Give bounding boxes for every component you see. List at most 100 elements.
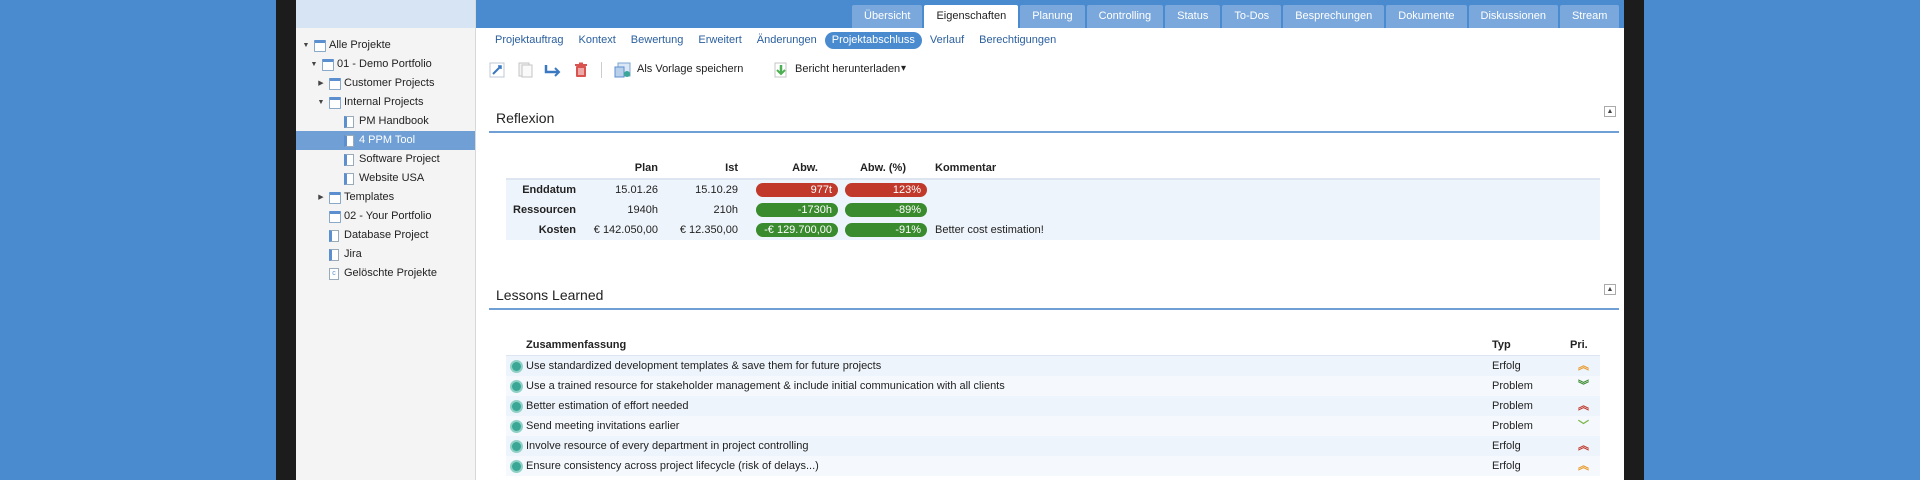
tree-item-jira[interactable]: Jira (296, 245, 475, 264)
reflexion-rows: Enddatum 15.01.26 15.10.29 977t 123% Ressourc… (506, 180, 1600, 240)
download-report-icon[interactable] (773, 62, 789, 78)
lesson-status-icon (510, 360, 523, 373)
lesson-summary: Involve resource of every department in … (526, 440, 809, 452)
lesson-row[interactable]: Better estimation of effort needed Proble… (506, 396, 1600, 416)
priority-icon: ︽ (1578, 460, 1589, 472)
lesson-summary: Send meeting invitations earlier (526, 420, 680, 432)
tree-toggle-icon[interactable]: ▼ (317, 93, 325, 112)
reflexion-row-kosten: Kosten € 142.050,00 € 12.350,00 -€ 129.700,… (506, 220, 1600, 240)
tab-besprechungen[interactable]: Besprechungen (1283, 5, 1385, 28)
col-plan: Plan (634, 162, 658, 174)
save-template-icon[interactable] (614, 62, 631, 78)
tab-diskussionen[interactable]: Diskussionen (1468, 5, 1558, 28)
lesson-row[interactable]: Ensure consistency across project lifecy… (506, 456, 1600, 476)
move-icon[interactable] (544, 62, 561, 78)
reflexion-divider (489, 131, 1619, 133)
tab-status[interactable]: Status (1165, 5, 1221, 28)
tab-eigenschaften[interactable]: Eigenschaften (924, 5, 1019, 28)
priority-icon: ︽ (1578, 360, 1589, 372)
subtab-verlauf[interactable]: Verlauf (923, 32, 971, 49)
lesson-type: Erfolg (1492, 460, 1521, 472)
top-navigation-bar: Übersicht Eigenschaften Planung Controlling… (476, 0, 1624, 28)
tree-item-gel-schte-projekte[interactable]: c Gelöschte Projekte (296, 264, 475, 283)
col-ist: Ist (725, 162, 738, 174)
tree-toggle-icon[interactable]: ▶ (317, 188, 325, 207)
edit-icon[interactable] (489, 62, 505, 78)
device-frame-left (276, 0, 296, 480)
tab-to-dos[interactable]: To-Dos (1222, 5, 1282, 28)
download-report-label[interactable]: Bericht herunterladen (795, 63, 900, 75)
copy-icon[interactable] (517, 62, 533, 78)
tree-item-01-demo-portfolio[interactable]: ▼ 01 - Demo Portfolio (296, 55, 475, 74)
tree-item-4-ppm-tool[interactable]: 4 PPM Tool (296, 131, 475, 150)
subtab-berechtigungen[interactable]: Berechtigungen (972, 32, 1063, 49)
tree-item-templates[interactable]: ▶ Templates (296, 188, 475, 207)
lesson-row[interactable]: Use a trained resource for stakeholder m… (506, 376, 1600, 396)
tree-toggle-icon[interactable]: ▶ (317, 74, 325, 93)
delete-icon[interactable] (573, 62, 589, 78)
portfolio-icon (329, 211, 341, 223)
lessons-divider (489, 308, 1619, 310)
abw-badge: -1730h (756, 203, 838, 217)
priority-icon: ︾ (1578, 380, 1589, 392)
subtab-erweitert[interactable]: Erweitert (691, 32, 748, 49)
abw-pct-badge: -91% (845, 223, 927, 237)
tree-item-label: Alle Projekte (329, 39, 391, 51)
project-icon (344, 154, 354, 166)
tree-toggle-icon[interactable]: ▼ (310, 55, 318, 74)
device-frame-right (1624, 0, 1644, 480)
abw-pct-badge: 123% (845, 183, 927, 197)
tree-item-software-project[interactable]: Software Project (296, 150, 475, 169)
lesson-row[interactable]: Use standardized development templates &… (506, 356, 1600, 376)
project-icon (344, 135, 354, 147)
project-icon (344, 173, 354, 185)
tree-item-02-your-portfolio[interactable]: 02 - Your Portfolio (296, 207, 475, 226)
tab-planung[interactable]: Planung (1020, 5, 1085, 28)
lesson-row[interactable]: Send meeting invitations earlier Problem ﹀ (506, 416, 1600, 436)
subtab-bewertung[interactable]: Bewertung (624, 32, 691, 49)
tree-item-internal-projects[interactable]: ▼ Internal Projects (296, 93, 475, 112)
dropdown-arrow-icon[interactable]: ▾ (901, 63, 906, 74)
tree-item-website-usa[interactable]: Website USA (296, 169, 475, 188)
subtab-nderungen[interactable]: Änderungen (750, 32, 824, 49)
lesson-summary: Use a trained resource for stakeholder m… (526, 380, 1005, 392)
subtab-kontext[interactable]: Kontext (571, 32, 622, 49)
tree-item-alle-projekte[interactable]: ▼ Alle Projekte (296, 36, 475, 55)
lesson-row[interactable]: Involve resource of every department in … (506, 436, 1600, 456)
plan-value: 15.01.26 (615, 184, 658, 196)
portfolio-icon (322, 59, 334, 71)
lesson-type: Problem (1492, 420, 1533, 432)
lesson-summary: Ensure consistency across project lifecy… (526, 460, 819, 472)
tree-item-database-project[interactable]: Database Project (296, 226, 475, 245)
subtab-projektabschluss[interactable]: Projektabschluss (824, 32, 922, 49)
tree-item-customer-projects[interactable]: ▶ Customer Projects (296, 74, 475, 93)
project-icon (329, 230, 339, 242)
priority-icon: ︽ (1578, 400, 1589, 412)
tree-toggle-icon[interactable]: ▼ (302, 36, 310, 55)
col-summary: Zusammenfassung (526, 339, 627, 351)
tab-dokumente[interactable]: Dokumente (1386, 5, 1467, 28)
toolbar-separator (601, 62, 602, 78)
project-tree-sidebar: ▼ Alle Projekte ▼ 01 - Demo Portfolio ▶ Custo… (296, 0, 476, 480)
plan-value: 1940h (627, 204, 658, 216)
lessons-collapse-button[interactable]: ▲ (1604, 284, 1616, 295)
subtab-projektauftrag[interactable]: Projektauftrag (488, 32, 570, 49)
lessons-table: Zusammenfassung Typ Pri. Use standardize… (506, 334, 1600, 476)
tab-bersicht[interactable]: Übersicht (852, 5, 923, 28)
reflexion-table: Plan Ist Abw. Abw. (%) Kommentar Enddatu… (506, 158, 1600, 240)
lesson-status-icon (510, 380, 523, 393)
col-typ: Typ (1492, 339, 1511, 351)
lesson-status-icon (510, 420, 523, 433)
tree-item-label: Software Project (359, 153, 440, 165)
reflexion-collapse-button[interactable]: ▲ (1604, 106, 1616, 117)
tab-controlling[interactable]: Controlling (1086, 5, 1164, 28)
sidebar-header (296, 0, 475, 28)
tree-item-label: 4 PPM Tool (359, 134, 416, 146)
tree-item-pm-handbook[interactable]: PM Handbook (296, 112, 475, 131)
portfolio-icon (329, 78, 341, 90)
tree-item-label: Website USA (359, 172, 425, 184)
save-template-label[interactable]: Als Vorlage speichern (637, 63, 743, 75)
tree-item-label: Internal Projects (344, 96, 424, 108)
abw-badge: 977t (756, 183, 838, 197)
tab-stream[interactable]: Stream (1559, 5, 1620, 28)
